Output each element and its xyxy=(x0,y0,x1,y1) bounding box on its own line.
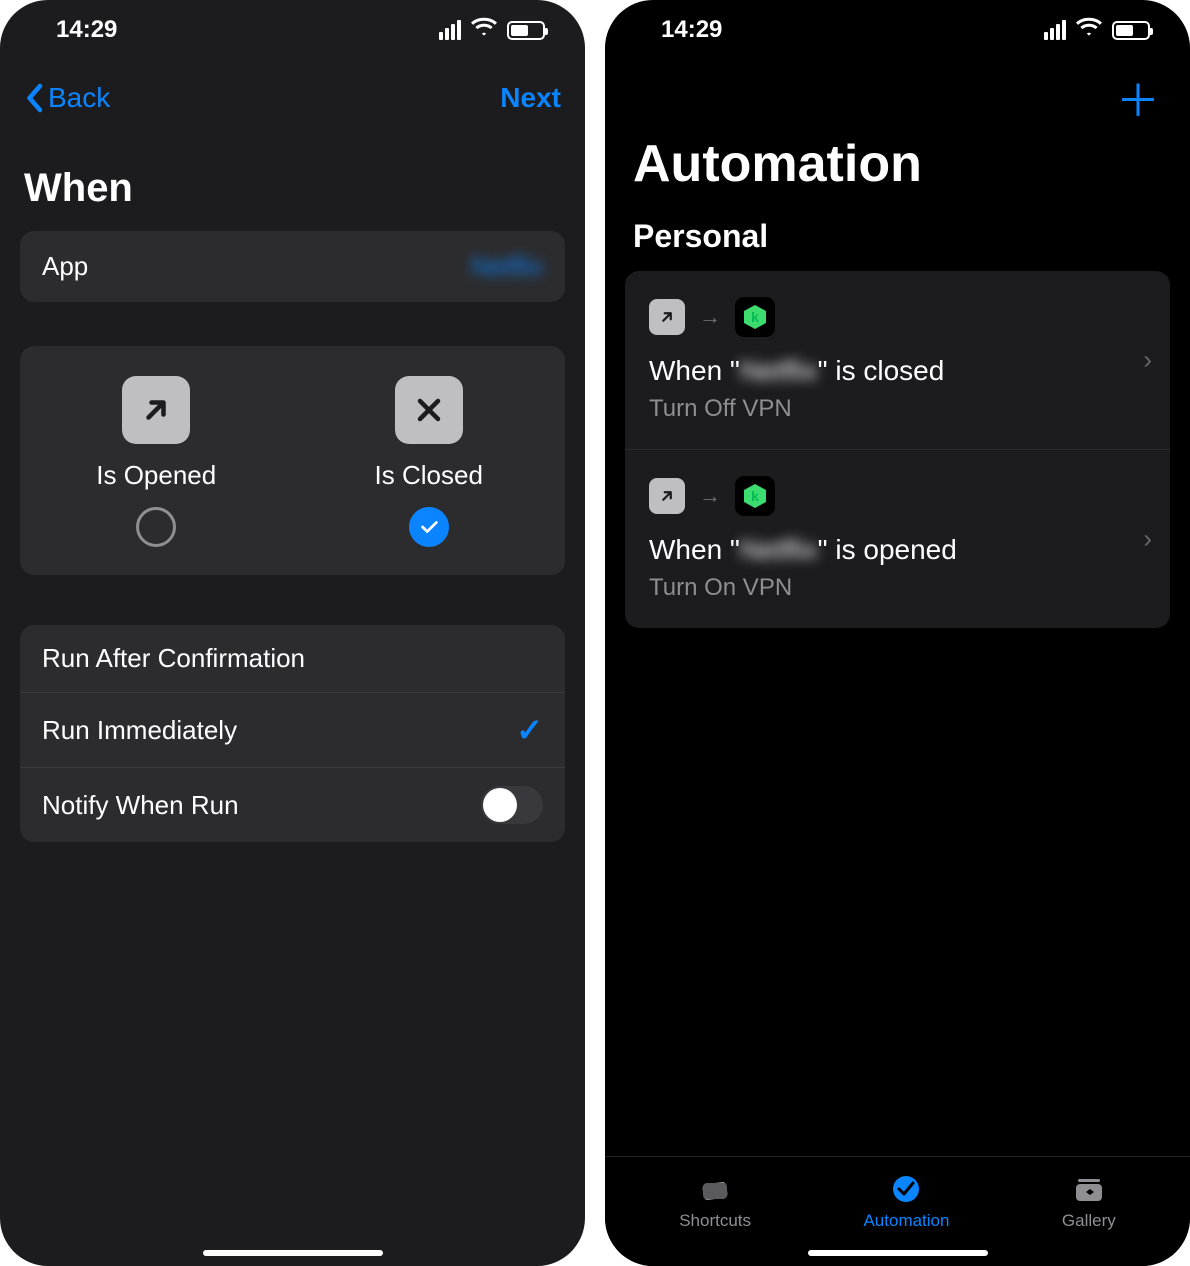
automation-row[interactable]: → k When "Netflix" is opened Turn On VPN… xyxy=(625,450,1170,628)
wifi-icon xyxy=(471,16,497,44)
run-after-confirmation-label: Run After Confirmation xyxy=(42,643,305,674)
notify-toggle[interactable] xyxy=(481,786,543,824)
status-bar: 14:29 xyxy=(0,0,585,60)
vpn-app-icon: k xyxy=(735,476,775,516)
nav-bar: Back Next xyxy=(0,60,585,126)
toggle-knob xyxy=(483,788,517,822)
home-indicator[interactable] xyxy=(203,1250,383,1256)
next-button[interactable]: Next xyxy=(500,82,561,114)
run-immediately-row[interactable]: Run Immediately ✓ xyxy=(20,693,565,768)
gallery-icon xyxy=(1069,1171,1109,1207)
arrow-right-icon: → xyxy=(699,304,721,330)
trigger-is-opened[interactable]: Is Opened xyxy=(20,376,293,547)
run-immediately-label: Run Immediately xyxy=(42,715,237,746)
shortcuts-icon xyxy=(695,1171,735,1207)
notify-label: Notify When Run xyxy=(42,790,239,821)
open-app-icon xyxy=(122,376,190,444)
home-indicator[interactable] xyxy=(808,1250,988,1256)
automation-icons: → k xyxy=(649,476,1146,516)
add-automation-button[interactable]: ＋ xyxy=(1116,80,1160,124)
automation-subtitle: Turn On VPN xyxy=(649,574,1146,602)
tab-gallery[interactable]: Gallery xyxy=(1062,1171,1116,1231)
automation-subtitle: Turn Off VPN xyxy=(649,395,1146,423)
automation-row[interactable]: → k When "Netflix" is closed Turn Off VP… xyxy=(625,271,1170,450)
run-options-card: Run After Confirmation Run Immediately ✓… xyxy=(20,625,565,842)
automation-list: → k When "Netflix" is closed Turn Off VP… xyxy=(625,271,1170,628)
tab-gallery-label: Gallery xyxy=(1062,1211,1116,1231)
automation-title: When "Netflix" is opened xyxy=(649,534,1146,566)
wifi-icon xyxy=(1076,16,1102,44)
trigger-type-card: Is Opened Is Closed xyxy=(20,346,565,575)
cellular-signal-icon xyxy=(1044,20,1066,40)
cellular-signal-icon xyxy=(439,20,461,40)
when-heading: When xyxy=(24,166,561,211)
arrow-right-icon: → xyxy=(699,483,721,509)
trigger-opened-label: Is Opened xyxy=(96,460,216,491)
top-actions: ＋ xyxy=(605,60,1190,124)
chevron-right-icon: › xyxy=(1143,345,1152,376)
app-trigger-icon xyxy=(649,478,685,514)
trigger-closed-label: Is Closed xyxy=(375,460,483,491)
right-phone-screen: 14:29 ＋ Automation Personal → k xyxy=(605,0,1190,1266)
status-indicators xyxy=(1044,16,1150,44)
run-after-confirmation-row[interactable]: Run After Confirmation xyxy=(20,625,565,693)
chevron-left-icon xyxy=(24,83,44,113)
svg-text:k: k xyxy=(751,488,759,504)
back-button[interactable]: Back xyxy=(24,82,110,114)
check-icon: ✓ xyxy=(516,711,543,749)
notify-when-run-row: Notify When Run xyxy=(20,768,565,842)
trigger-opened-radio[interactable] xyxy=(136,507,176,547)
automation-icons: → k xyxy=(649,297,1146,337)
trigger-closed-radio[interactable] xyxy=(409,507,449,547)
close-app-icon xyxy=(395,376,463,444)
app-selector-row[interactable]: App Netflix xyxy=(20,231,565,302)
page-title: Automation xyxy=(605,124,1190,212)
chevron-right-icon: › xyxy=(1143,524,1152,555)
automation-title: When "Netflix" is closed xyxy=(649,355,1146,387)
tab-shortcuts[interactable]: Shortcuts xyxy=(679,1171,751,1231)
app-label: App xyxy=(42,251,88,282)
svg-text:k: k xyxy=(751,309,759,325)
vpn-app-icon: k xyxy=(735,297,775,337)
tab-automation[interactable]: Automation xyxy=(863,1171,949,1231)
automation-icon xyxy=(886,1171,926,1207)
status-time: 14:29 xyxy=(56,16,117,44)
section-personal: Personal xyxy=(605,212,1190,271)
trigger-is-closed[interactable]: Is Closed xyxy=(293,376,566,547)
status-time: 14:29 xyxy=(661,16,722,44)
battery-icon xyxy=(1112,21,1150,40)
app-value: Netflix xyxy=(471,251,543,282)
tab-automation-label: Automation xyxy=(863,1211,949,1231)
app-trigger-icon xyxy=(649,299,685,335)
back-label: Back xyxy=(48,82,110,114)
status-bar: 14:29 xyxy=(605,0,1190,60)
tab-shortcuts-label: Shortcuts xyxy=(679,1211,751,1231)
check-icon xyxy=(418,516,440,538)
left-phone-screen: 14:29 Back Next When App Netflix xyxy=(0,0,585,1266)
app-selector-card: App Netflix xyxy=(20,231,565,302)
battery-icon xyxy=(507,21,545,40)
status-indicators xyxy=(439,16,545,44)
